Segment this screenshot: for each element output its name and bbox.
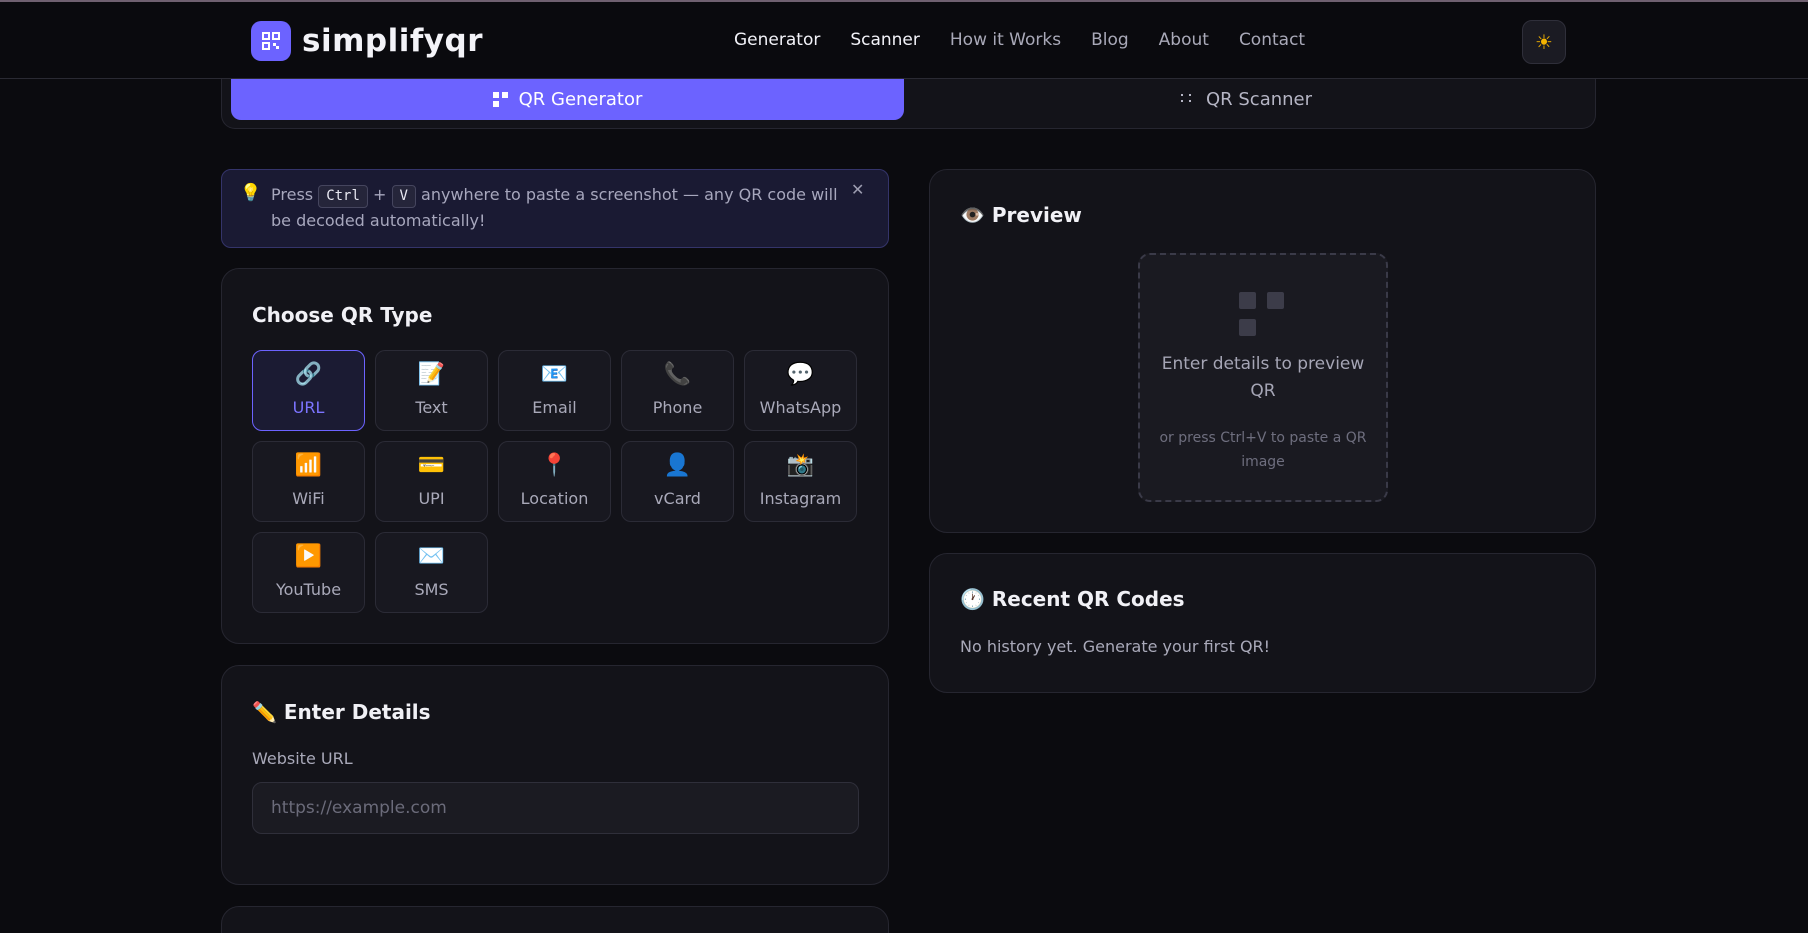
close-icon[interactable]: ✕ <box>851 180 864 199</box>
type-label: vCard <box>654 489 701 508</box>
camera-flash-icon: 📸 <box>786 453 815 478</box>
nav-contact[interactable]: Contact <box>1239 30 1305 50</box>
details-title: ✏️ Enter Details <box>252 700 431 724</box>
type-label: Location <box>520 489 589 508</box>
phone-icon: 📞 <box>663 362 692 387</box>
type-location[interactable]: 📍 Location <box>498 441 611 522</box>
envelope-icon: ✉️ <box>417 544 446 569</box>
history-empty-text: No history yet. Generate your first QR! <box>960 637 1271 656</box>
preview-empty-text: Enter details to preview QR <box>1161 354 1365 401</box>
qr-logo-icon <box>251 21 291 61</box>
type-instagram[interactable]: 📸 Instagram <box>744 441 857 522</box>
lightbulb-icon: 💡 <box>240 183 262 203</box>
wifi-signal-icon: 📶 <box>294 453 323 478</box>
type-label: WiFi <box>292 489 325 508</box>
mode-tabbar: QR Generator QR Scanner <box>221 79 1596 129</box>
qr-type-card: Choose QR Type 🔗 URL 📝 Text 📧 Email 📞 Ph… <box>221 268 889 644</box>
nav-how-it-works[interactable]: How it Works <box>950 30 1061 50</box>
key-ctrl: Ctrl <box>318 185 368 208</box>
nav-blog[interactable]: Blog <box>1091 30 1129 50</box>
type-wifi[interactable]: 📶 WiFi <box>252 441 365 522</box>
sun-icon: ☀ <box>1535 30 1553 54</box>
type-whatsapp[interactable]: 💬 WhatsApp <box>744 350 857 431</box>
type-email[interactable]: 📧 Email <box>498 350 611 431</box>
tab-scanner-label: QR Scanner <box>1205 89 1313 110</box>
brand-logo[interactable]: simplifyqr <box>251 21 483 61</box>
next-card <box>221 906 889 933</box>
chat-bubble-icon: 💬 <box>786 362 815 387</box>
memo-icon: 📝 <box>417 362 446 387</box>
type-phone[interactable]: 📞 Phone <box>621 350 734 431</box>
history-title: 🕐 Recent QR Codes <box>960 587 1185 611</box>
type-label: WhatsApp <box>759 398 842 417</box>
type-label: YouTube <box>275 580 342 599</box>
type-sms[interactable]: ✉️ SMS <box>375 532 488 613</box>
type-label: Instagram <box>759 489 842 508</box>
credit-card-icon: 💳 <box>417 453 446 478</box>
paste-tip-banner: 💡 Press Ctrl + V anywhere to paste a scr… <box>221 169 889 248</box>
preview-paste-hint: or press Ctrl+V to paste a QR image <box>1159 430 1367 470</box>
tip-plus: + <box>373 185 387 204</box>
nav-generator[interactable]: Generator <box>734 30 820 50</box>
type-youtube[interactable]: ▶️ YouTube <box>252 532 365 613</box>
website-url-label: Website URL <box>252 749 353 768</box>
type-label: Phone <box>652 398 703 417</box>
type-label: URL <box>292 398 325 417</box>
type-label: Text <box>415 398 448 417</box>
type-upi[interactable]: 💳 UPI <box>375 441 488 522</box>
key-v: V <box>391 185 416 208</box>
brand-name: simplifyqr <box>302 23 483 59</box>
nav-scanner[interactable]: Scanner <box>850 30 920 50</box>
tip-prefix: Press <box>271 185 314 204</box>
play-button-icon: ▶️ <box>294 544 323 569</box>
type-url[interactable]: 🔗 URL <box>252 350 365 431</box>
preview-card: 👁️ Preview Enter details to preview QR o… <box>929 169 1596 533</box>
type-vcard[interactable]: 👤 vCard <box>621 441 734 522</box>
scan-dots-icon <box>1180 92 1196 108</box>
site-header: simplifyqr Generator Scanner How it Work… <box>0 2 1808 79</box>
nav-about[interactable]: About <box>1159 30 1209 50</box>
tab-qr-scanner[interactable]: QR Scanner <box>904 79 1588 120</box>
preview-title: 👁️ Preview <box>960 203 1082 227</box>
type-label: Email <box>532 398 577 417</box>
paste-tip-text: Press Ctrl + V anywhere to paste a scree… <box>271 182 841 233</box>
website-url-input[interactable] <box>252 782 859 834</box>
main-nav: Generator Scanner How it Works Blog Abou… <box>734 30 1335 50</box>
tab-qr-generator[interactable]: QR Generator <box>231 79 904 120</box>
link-icon: 🔗 <box>294 362 323 387</box>
details-card: ✏️ Enter Details Website URL <box>221 665 889 885</box>
email-icon: 📧 <box>540 362 569 387</box>
type-label: UPI <box>418 489 445 508</box>
type-label: SMS <box>414 580 449 599</box>
history-card: 🕐 Recent QR Codes No history yet. Genera… <box>929 553 1596 693</box>
qr-grid-icon <box>492 91 509 108</box>
type-text[interactable]: 📝 Text <box>375 350 488 431</box>
theme-toggle-button[interactable]: ☀ <box>1522 20 1566 64</box>
map-pin-icon: 📍 <box>540 453 569 478</box>
person-icon: 👤 <box>663 453 692 478</box>
qr-type-title: Choose QR Type <box>252 303 433 327</box>
qr-preview-placeholder: Enter details to preview QR or press Ctr… <box>1138 253 1388 502</box>
tab-generator-label: QR Generator <box>518 89 643 110</box>
